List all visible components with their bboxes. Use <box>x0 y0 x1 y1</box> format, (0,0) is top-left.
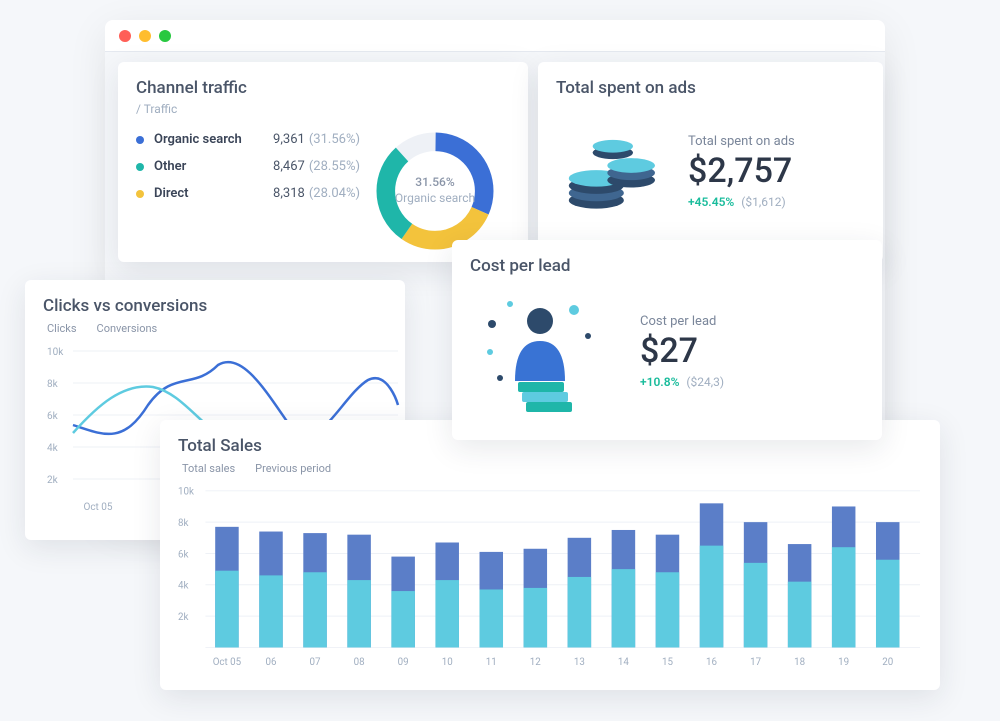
bar-prev <box>876 560 899 648</box>
cost-per-lead-card: Cost per lead Cost per lead $27 +10.8% <box>452 240 882 440</box>
bar-prev <box>524 588 547 648</box>
window-minimize-icon[interactable] <box>139 30 151 42</box>
x-tick: 14 <box>618 657 629 668</box>
channel-pct: (28.04%) <box>309 186 360 201</box>
window-zoom-icon[interactable] <box>159 30 171 42</box>
card-title: Clicks vs conversions <box>43 296 387 316</box>
x-tick: Oct 05 <box>83 502 112 513</box>
kpi-delta: +10.8% ($24,3) <box>640 375 724 389</box>
kpi-delta: +45.45% ($1,612) <box>688 195 795 209</box>
y-tick: 10k <box>178 487 194 498</box>
bar-prev <box>259 575 282 647</box>
card-subtitle: / Traffic <box>136 102 510 116</box>
y-tick: 4k <box>178 581 188 592</box>
bar-chart: 10k 8k 6k 4k 2k Oct 05 06 07 08 09 10 11 12 13 14… <box>178 475 922 675</box>
y-tick: 6k <box>47 411 59 422</box>
x-tick: 16 <box>706 657 717 668</box>
legend-label: Total sales <box>182 462 235 475</box>
donut-label: Organic search <box>395 191 475 205</box>
y-tick: 4k <box>47 443 59 454</box>
bar-prev <box>700 546 723 648</box>
channel-value: 8,318 <box>273 186 305 201</box>
bar-prev <box>788 582 811 648</box>
x-tick: 08 <box>354 657 365 668</box>
x-tick: Oct 05 <box>213 657 242 668</box>
bar-prev <box>347 580 370 647</box>
list-item: Direct 8,318 (28.04%) <box>136 180 360 207</box>
bar-prev <box>215 571 238 648</box>
delta-value: +10.8% <box>640 375 679 389</box>
chart-legend: Total sales Previous period <box>178 462 922 475</box>
x-tick: 12 <box>530 657 541 668</box>
list-item: Organic search 9,361 (31.56%) <box>136 126 360 153</box>
bar-prev <box>568 577 591 647</box>
channel-list: Organic search 9,361 (31.56%) Other 8,46… <box>136 126 360 256</box>
window-close-icon[interactable] <box>119 30 131 42</box>
legend-label: Clicks <box>47 322 77 335</box>
x-tick: 20 <box>882 657 893 668</box>
legend-dot-icon <box>136 163 144 171</box>
x-tick: 07 <box>310 657 321 668</box>
y-tick: 6k <box>178 549 188 560</box>
channel-name: Other <box>154 159 273 174</box>
x-tick: 11 <box>486 657 497 668</box>
coins-illustration-icon <box>556 116 666 226</box>
legend-dot-icon <box>136 136 144 144</box>
donut-pct: 31.56% <box>395 175 475 191</box>
channel-pct: (31.56%) <box>309 132 360 147</box>
kpi-value: $27 <box>640 331 724 371</box>
x-tick: 19 <box>838 657 849 668</box>
kpi-value: $2,757 <box>688 151 795 191</box>
bar-prev <box>612 569 635 647</box>
delta-value: +45.45% <box>688 195 734 209</box>
bar-prev <box>656 572 679 647</box>
y-tick: 10k <box>47 347 64 358</box>
legend-label: Previous period <box>255 462 331 475</box>
kpi-label: Cost per lead <box>640 314 724 329</box>
x-tick: 17 <box>750 657 761 668</box>
bar-prev <box>832 547 855 647</box>
x-tick: 06 <box>266 657 277 668</box>
channel-pct: (28.55%) <box>309 159 360 174</box>
x-tick: 09 <box>398 657 409 668</box>
donut-chart: 31.56% Organic search <box>360 126 510 256</box>
bar-prev <box>303 572 326 647</box>
channel-name: Organic search <box>154 132 273 147</box>
channel-traffic-card: Channel traffic / Traffic Organic search… <box>118 62 528 262</box>
bar-prev <box>391 591 414 647</box>
channel-name: Direct <box>154 186 273 201</box>
chart-legend: Clicks Conversions <box>43 322 387 335</box>
channel-value: 8,467 <box>273 159 305 174</box>
card-title: Cost per lead <box>470 256 864 276</box>
bar-prev <box>480 589 503 647</box>
list-item: Other 8,467 (28.55%) <box>136 153 360 180</box>
total-spent-card: Total spent on ads Total spent on ads $2… <box>538 62 883 262</box>
x-tick: 15 <box>662 657 673 668</box>
delta-prev: ($24,3) <box>686 375 724 389</box>
card-title: Total spent on ads <box>556 78 865 98</box>
bar-prev <box>744 563 767 648</box>
total-sales-card: Total Sales Total sales Previous period … <box>160 420 940 690</box>
y-tick: 2k <box>47 475 59 486</box>
kpi-label: Total spent on ads <box>688 134 795 149</box>
person-money-illustration-icon <box>470 286 610 416</box>
x-tick: 18 <box>794 657 805 668</box>
window-titlebar <box>105 20 885 52</box>
legend-dot-icon <box>136 190 144 198</box>
delta-prev: ($1,612) <box>741 195 785 209</box>
y-tick: 8k <box>47 379 59 390</box>
legend-label: Conversions <box>97 322 158 335</box>
x-tick: 10 <box>442 657 453 668</box>
y-tick: 2k <box>178 612 188 623</box>
y-tick: 8k <box>178 518 188 529</box>
channel-value: 9,361 <box>273 132 305 147</box>
card-title: Channel traffic <box>136 78 510 98</box>
bar-prev <box>435 580 458 647</box>
x-tick: 13 <box>574 657 585 668</box>
donut-center-label: 31.56% Organic search <box>395 175 475 206</box>
